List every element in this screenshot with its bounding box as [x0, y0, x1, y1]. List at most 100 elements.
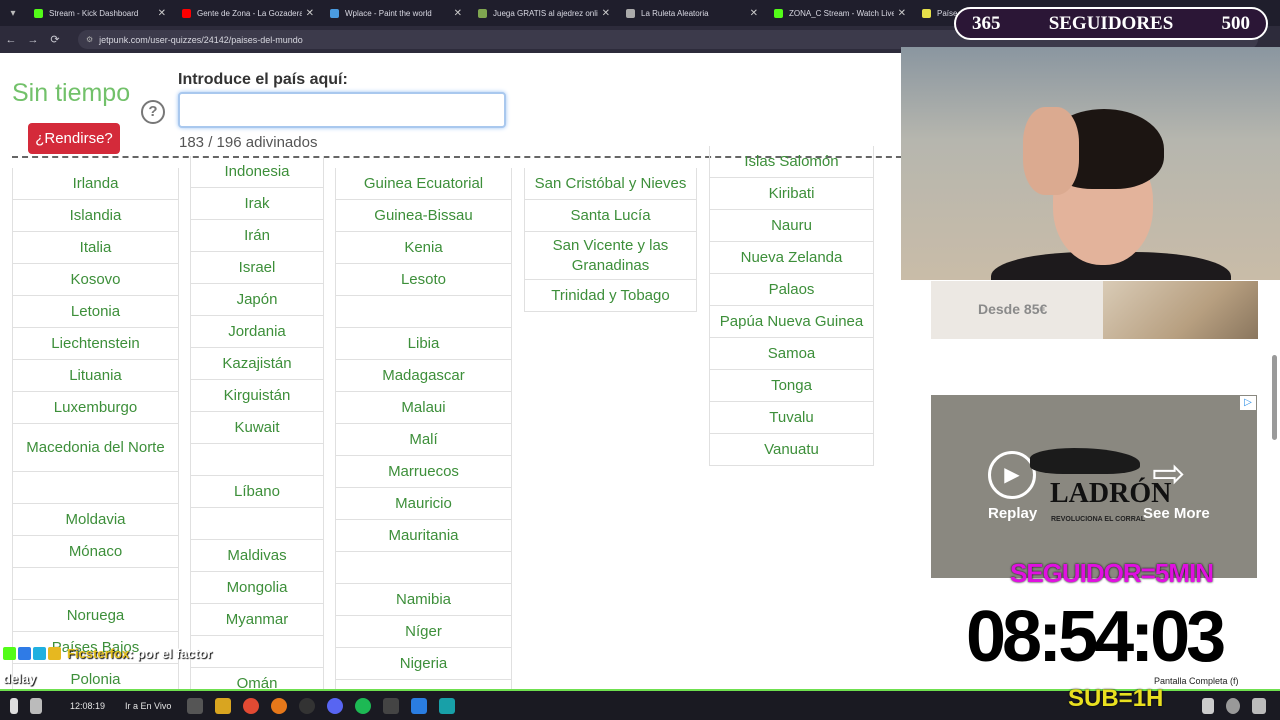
fullscreen-icon[interactable] [1202, 697, 1214, 714]
answer-cell: Liechtenstein [12, 328, 179, 360]
forward-icon[interactable]: → [22, 34, 44, 46]
webcam-feed [901, 47, 1280, 280]
url-text: jetpunk.com/user-quizzes/24142/paises-de… [99, 34, 303, 45]
answer-cell: Trinidad y Tobago [524, 280, 697, 312]
answer-cell: Nauru [709, 210, 874, 242]
tab-close-icon[interactable]: ✕ [306, 8, 314, 19]
go-live-button[interactable]: Ir a En Vivo [125, 701, 171, 711]
tab-close-icon[interactable]: ✕ [158, 8, 166, 19]
sub-rule-text: SUB=1H [1068, 685, 1164, 712]
browser-tab[interactable]: La Ruleta Aleatoria ✕ [618, 0, 766, 26]
answer-column-4: San Cristóbal y Nieves Santa Lucía San Vic… [524, 168, 697, 312]
sub-badge-icon [48, 647, 61, 660]
see-more-arrow-icon[interactable]: ⇨ [1152, 450, 1186, 498]
site-info-icon[interactable]: ⚙ [86, 35, 93, 44]
follower-count: 365 [972, 12, 1001, 34]
app-icon[interactable] [439, 697, 456, 714]
answer-cell: Kirguistán [190, 380, 324, 412]
gamepad-icon[interactable] [383, 697, 400, 714]
replay-icon[interactable]: ▶ [988, 451, 1036, 499]
answer-cell: Kuwait [190, 412, 324, 444]
answer-cell: Mongolia [190, 572, 324, 604]
browser-tab[interactable]: Stream - Kick Dashboard ✕ [26, 0, 174, 26]
tab-label: Juega GRATIS al ajedrez online [493, 8, 598, 18]
page-scrollbar[interactable] [1272, 355, 1277, 440]
answer-cell: Libia [335, 328, 512, 360]
clock-icon[interactable] [1226, 697, 1240, 714]
tab-close-icon[interactable]: ✕ [898, 8, 906, 19]
ad-price-text: Desde 85€ [978, 301, 1048, 317]
answer-cell: Líbano [190, 476, 324, 508]
tab-close-icon[interactable]: ✕ [750, 8, 758, 19]
fullscreen-hint: Pantalla Completa (f) [1154, 676, 1239, 686]
answer-cell: Kiribati [709, 178, 874, 210]
reload-icon[interactable]: ⟳ [44, 33, 66, 46]
answer-cell: Maldivas [190, 540, 324, 572]
ad-choices-icon[interactable]: ▷ [1240, 396, 1256, 410]
subathon-timer: 08:54:03 [966, 597, 1226, 677]
answer-cell: Santa Lucía [524, 200, 697, 232]
tab-label: ZONA_C Stream - Watch Live o [789, 8, 894, 18]
ad-hotel-image [1103, 281, 1258, 339]
chat-message: Ficsterfox : por el factor [3, 646, 212, 661]
browser-icon[interactable] [411, 697, 428, 714]
answer-cell: Islas Salomón [709, 146, 874, 178]
answer-cell: San Cristóbal y Nieves [524, 168, 697, 200]
discord-icon[interactable] [327, 697, 344, 714]
answer-cell: Jordania [190, 316, 324, 348]
obs-icon[interactable] [299, 697, 316, 714]
answer-cell: Malaui [335, 392, 512, 424]
apps-icon[interactable] [187, 697, 204, 714]
answer-cell: Letonia [12, 296, 179, 328]
answer-cell: Noruega [12, 600, 179, 632]
tab-favicon-icon [330, 8, 339, 18]
browser-tab[interactable]: Juega GRATIS al ajedrez online ✕ [470, 0, 618, 26]
answer-cell: Mónaco [12, 536, 179, 568]
tab-favicon-icon [626, 8, 635, 18]
answer-cell: Lituania [12, 360, 179, 392]
see-more-label[interactable]: See More [1143, 505, 1210, 522]
verified-badge-icon [33, 647, 46, 660]
tab-close-icon[interactable]: ✕ [602, 8, 610, 19]
country-input[interactable] [178, 92, 506, 128]
tab-favicon-icon [774, 8, 783, 18]
answer-cell-empty [12, 472, 179, 504]
answer-cell: Papúa Nueva Guinea [709, 306, 874, 338]
answer-cell: Palaos [709, 274, 874, 306]
answer-cell: Tonga [709, 370, 874, 402]
tab-menu-icon[interactable]: ▾ [0, 0, 26, 26]
follower-rule-text: SEGUIDOR=5MIN [1010, 558, 1214, 588]
replay-label[interactable]: Replay [988, 505, 1037, 522]
tab-label: Wplace - Paint the world [345, 8, 432, 18]
browser-tab[interactable]: Wplace - Paint the world ✕ [322, 0, 470, 26]
answer-cell: Malí [335, 424, 512, 456]
browser-tab[interactable]: ZONA_C Stream - Watch Live o ✕ [766, 0, 914, 26]
tab-list: Stream - Kick Dashboard ✕ Gente de Zona - … [26, 0, 1062, 26]
spotify-icon[interactable] [355, 697, 372, 714]
tab-label: Stream - Kick Dashboard [49, 8, 139, 18]
folder-icon[interactable] [215, 697, 232, 714]
help-icon[interactable]: ? [141, 100, 165, 124]
answer-cell: Marruecos [335, 456, 512, 488]
stream-time: 12:08:19 [70, 700, 106, 711]
follower-goal: 500 [1221, 12, 1250, 34]
answer-cell: Samoa [709, 338, 874, 370]
ad-banner-hotel[interactable]: Desde 85€ [931, 281, 1258, 339]
answer-cell: San Vicente y las Granadinas [524, 232, 697, 280]
pause-icon[interactable] [10, 697, 18, 714]
answer-column-1: Irlanda Islandia Italia Kosovo Letonia Liecht… [12, 168, 179, 689]
answer-cell: Namibia [335, 584, 512, 616]
answer-cell-empty [335, 552, 512, 584]
settings-icon[interactable] [1252, 697, 1266, 714]
chrome-icon[interactable] [243, 697, 260, 714]
volume-icon[interactable] [30, 697, 42, 714]
webcam-person-hand [1023, 107, 1079, 195]
answer-cell: Nueva Zelanda [709, 242, 874, 274]
tab-close-icon[interactable]: ✕ [454, 8, 462, 19]
tab-favicon-icon [182, 8, 191, 18]
firefox-icon[interactable] [271, 697, 288, 714]
chat-text-continued: delay [3, 671, 37, 686]
give-up-button[interactable]: ¿Rendirse? [28, 123, 120, 154]
back-icon[interactable]: ← [0, 34, 22, 46]
browser-tab[interactable]: Gente de Zona - La Gozadera ✕ [174, 0, 322, 26]
